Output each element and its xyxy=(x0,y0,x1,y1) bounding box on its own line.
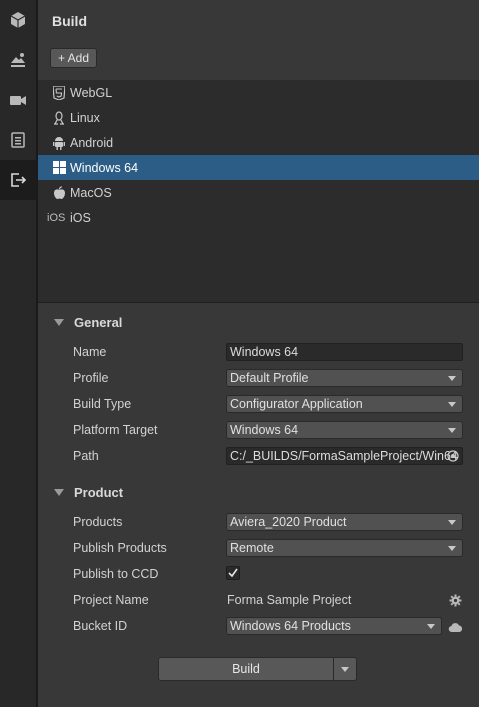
platform-list: WebGL Linux Android Windows 64 MacOS iOS… xyxy=(38,80,479,302)
path-row: Path C:/_BUILDS/FormaSampleProject/Win64 xyxy=(38,443,479,469)
android-icon xyxy=(49,135,69,151)
gear-icon[interactable] xyxy=(449,594,462,610)
windows-icon xyxy=(49,160,69,176)
chevron-down-icon xyxy=(448,520,456,525)
products-row: Products Aviera_2020 Product xyxy=(38,509,479,535)
path-field[interactable]: C:/_BUILDS/FormaSampleProject/Win64 xyxy=(226,447,463,465)
expand-triangle-icon xyxy=(54,488,64,496)
publish-products-row: Publish Products Remote xyxy=(38,535,479,561)
left-toolbar xyxy=(0,0,36,707)
platform-label: WebGL xyxy=(70,85,113,100)
expand-triangle-icon xyxy=(54,318,64,326)
path-value: C:/_BUILDS/FormaSampleProject/Win64 xyxy=(230,449,458,463)
product-section-title: Product xyxy=(74,484,124,500)
build-panel: Build + Add WebGL Linux Android Windows … xyxy=(38,0,479,707)
product-section-header[interactable]: Product xyxy=(38,479,479,505)
project-name-label: Project Name xyxy=(73,593,149,607)
chevron-down-icon xyxy=(448,428,456,433)
chevron-down-icon xyxy=(448,402,456,407)
list-separator xyxy=(38,302,479,303)
chevron-down-icon xyxy=(341,667,349,672)
build-type-dropdown[interactable]: Configurator Application xyxy=(226,395,463,413)
platform-item-ios[interactable]: iOS iOS xyxy=(38,205,479,230)
platform-target-dropdown[interactable]: Windows 64 xyxy=(226,421,463,439)
platform-target-value: Windows 64 xyxy=(230,423,299,437)
project-name-value: Forma Sample Project xyxy=(227,593,352,607)
products-label: Products xyxy=(73,515,123,529)
path-label: Path xyxy=(73,449,99,463)
chevron-down-icon xyxy=(448,546,456,551)
platform-item-android[interactable]: Android xyxy=(38,130,479,155)
toolbar-camera-button[interactable] xyxy=(0,80,36,120)
bucket-id-value: Windows 64 Products xyxy=(230,619,351,633)
cloud-icon[interactable] xyxy=(448,621,463,635)
page-title: Build xyxy=(52,13,87,29)
chevron-down-icon xyxy=(448,376,456,381)
build-options-button[interactable] xyxy=(333,657,357,681)
checkmark-icon xyxy=(228,568,238,578)
apple-icon xyxy=(49,185,69,201)
name-field[interactable]: Windows 64 xyxy=(226,343,463,361)
platform-label: iOS xyxy=(70,210,91,225)
linux-icon xyxy=(49,110,69,126)
platform-item-linux[interactable]: Linux xyxy=(38,105,479,130)
export-icon xyxy=(9,171,27,189)
publish-ccd-row: Publish to CCD xyxy=(38,561,479,587)
camera-icon xyxy=(9,91,27,109)
publish-products-value: Remote xyxy=(230,541,274,555)
platform-label: Linux xyxy=(70,110,100,125)
platform-item-windows-64[interactable]: Windows 64 xyxy=(38,155,479,180)
platform-target-row: Platform Target Windows 64 xyxy=(38,417,479,443)
name-row: Name Windows 64 xyxy=(38,339,479,365)
profile-row: Profile Default Profile xyxy=(38,365,479,391)
bucket-id-label: Bucket ID xyxy=(73,619,128,633)
build-type-row: Build Type Configurator Application xyxy=(38,391,479,417)
publish-products-label: Publish Products xyxy=(73,541,167,555)
environment-icon xyxy=(9,51,27,69)
bucket-id-dropdown[interactable]: Windows 64 Products xyxy=(226,617,442,635)
build-type-value: Configurator Application xyxy=(230,397,363,411)
publish-ccd-label: Publish to CCD xyxy=(73,567,159,581)
products-dropdown[interactable]: Aviera_2020 Product xyxy=(226,513,463,531)
toolbar-environment-button[interactable] xyxy=(0,40,36,80)
publish-ccd-checkbox[interactable] xyxy=(226,566,240,580)
publish-products-dropdown[interactable]: Remote xyxy=(226,539,463,557)
profile-dropdown[interactable]: Default Profile xyxy=(226,369,463,387)
add-button[interactable]: + Add xyxy=(50,48,98,68)
platform-label: MacOS xyxy=(70,185,112,200)
toolbar-list-button[interactable] xyxy=(0,120,36,160)
name-label: Name xyxy=(73,345,107,359)
platform-item-webgl[interactable]: WebGL xyxy=(38,80,479,105)
chevron-down-icon xyxy=(427,624,435,629)
toolbar-export-button[interactable] xyxy=(0,160,36,200)
cube-icon xyxy=(9,11,27,29)
products-value: Aviera_2020 Product xyxy=(230,515,347,529)
html5-icon xyxy=(49,85,69,101)
list-icon xyxy=(9,131,27,149)
panel-header: Build + Add xyxy=(38,0,479,80)
platform-target-label: Platform Target xyxy=(73,423,158,437)
general-section-title: General xyxy=(74,314,123,330)
build-type-label: Build Type xyxy=(73,397,132,411)
toolbar-cube-button[interactable] xyxy=(0,0,36,40)
profile-label: Profile xyxy=(73,371,109,385)
platform-label: Android xyxy=(70,135,114,150)
platform-label: Windows 64 xyxy=(70,160,139,175)
build-button[interactable]: Build xyxy=(158,657,334,681)
ios-icon: iOS xyxy=(47,211,66,224)
platform-item-macos[interactable]: MacOS xyxy=(38,180,479,205)
general-section-header[interactable]: General xyxy=(38,309,479,335)
folder-picker-icon[interactable] xyxy=(447,450,459,465)
project-name-row: Project Name Forma Sample Project xyxy=(38,587,479,613)
profile-value: Default Profile xyxy=(230,371,309,385)
bucket-id-row: Bucket ID Windows 64 Products xyxy=(38,613,479,639)
build-button-group: Build xyxy=(158,657,358,681)
